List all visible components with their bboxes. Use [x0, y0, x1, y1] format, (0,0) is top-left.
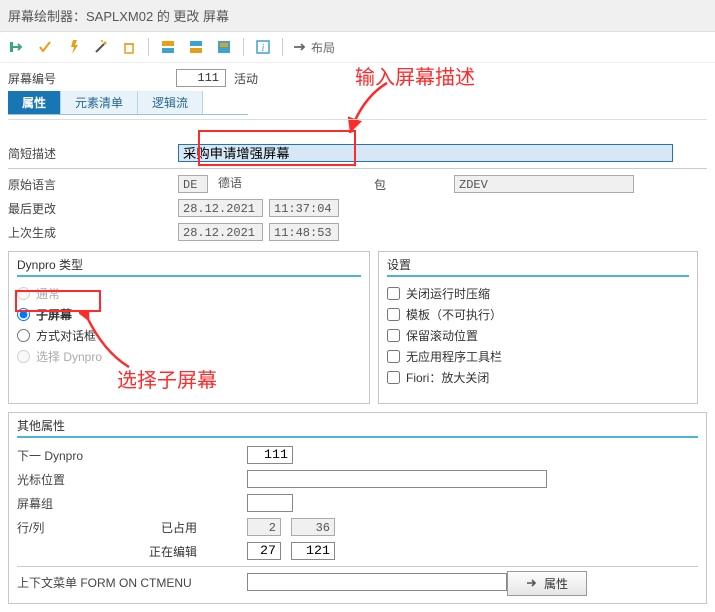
orig-lang-code: DE	[178, 175, 208, 193]
orig-lang-text: 德语	[214, 175, 354, 193]
last-gen-time: 11:48:53	[269, 223, 339, 241]
occupied-row: 2	[247, 518, 281, 536]
radio-dialog[interactable]: 方式对话框	[17, 325, 361, 346]
next-dynpro-input[interactable]	[247, 446, 293, 464]
last-change-label: 最后更改	[8, 200, 178, 217]
radio-select[interactable]: 选择 Dynpro	[17, 346, 361, 367]
separator	[243, 38, 244, 56]
arrow-right-icon	[526, 578, 538, 588]
arrow-icon[interactable]	[8, 38, 26, 56]
cursor-label: 光标位置	[17, 471, 247, 488]
layout-label: 布局	[311, 39, 335, 56]
settings-title: 设置	[387, 256, 689, 277]
screen-number-value[interactable]: 111	[176, 69, 226, 87]
occupied-col: 36	[291, 518, 335, 536]
editing-col-input[interactable]	[291, 542, 335, 560]
window-title: 屏幕绘制器：SAPLXM02 的 更改 屏幕	[0, 0, 715, 32]
screen-status: 活动	[234, 70, 258, 87]
properties-button[interactable]: 属性	[507, 571, 587, 596]
cursor-input[interactable]	[247, 470, 547, 488]
stack2-icon[interactable]	[187, 38, 205, 56]
group-row: Dynpro 类型 通常 子屏幕 方式对话框 选择 Dynpro 选择子屏幕 设…	[8, 251, 707, 404]
settings-group: 设置 关闭运行时压缩 模板（不可执行） 保留滚动位置 无应用程序工具栏 Fior…	[378, 251, 698, 404]
last-gen-label: 上次生成	[8, 224, 178, 241]
dynpro-type-title: Dynpro 类型	[17, 256, 361, 277]
activate-icon[interactable]	[64, 38, 82, 56]
annotation-desc: 输入屏幕描述	[355, 61, 475, 90]
separator	[282, 38, 283, 56]
package-label: 包	[374, 176, 454, 193]
layout-button[interactable]: 布局	[293, 39, 335, 56]
attributes-panel: 简短描述 原始语言 DE 德语 包 ZDEV 最后更改 28.12.2021 1…	[8, 119, 707, 243]
info-icon[interactable]: i	[254, 38, 272, 56]
orig-lang-label: 原始语言	[8, 176, 178, 193]
stack3-icon[interactable]	[215, 38, 233, 56]
rowcol-label: 行/列	[17, 519, 147, 536]
editing-label: 正在编辑	[147, 543, 207, 560]
context-input[interactable]	[247, 573, 507, 591]
package-value: ZDEV	[454, 175, 634, 193]
short-desc-label: 简短描述	[8, 145, 178, 162]
check-icon[interactable]	[36, 38, 54, 56]
screen-number-row: 屏幕编号 111 活动 输入屏幕描述	[0, 63, 715, 87]
check-opt5[interactable]: Fiori：放大关闭	[387, 367, 689, 388]
svg-text:i: i	[262, 43, 265, 54]
other-attributes-group: 其他属性 下一 Dynpro 光标位置 屏幕组 行/列 已占用 2 36 正在编…	[8, 412, 707, 604]
wand-icon[interactable]	[92, 38, 110, 56]
screen-number-label: 屏幕编号	[8, 70, 168, 87]
next-dynpro-label: 下一 Dynpro	[17, 447, 247, 464]
last-gen-date: 28.12.2021	[178, 223, 263, 241]
short-desc-input[interactable]	[178, 144, 673, 162]
check-opt1[interactable]: 关闭运行时压缩	[387, 283, 689, 304]
group-label: 屏幕组	[17, 495, 247, 512]
last-change-date: 28.12.2021	[178, 199, 263, 217]
group-input[interactable]	[247, 494, 293, 512]
toolbar: i 布局	[0, 32, 715, 63]
tabs: 属性 元素清单 逻辑流	[8, 91, 248, 115]
editing-row-input[interactable]	[247, 542, 281, 560]
delete-icon[interactable]	[120, 38, 138, 56]
context-label: 上下文菜单 FORM ON CTMENU	[17, 574, 247, 591]
tab-flow[interactable]: 逻辑流	[138, 91, 203, 114]
stack1-icon[interactable]	[159, 38, 177, 56]
separator	[148, 38, 149, 56]
radio-normal[interactable]: 通常	[17, 283, 361, 304]
check-opt2[interactable]: 模板（不可执行）	[387, 304, 689, 325]
other-title: 其他属性	[17, 417, 698, 438]
radio-subscreen[interactable]: 子屏幕	[17, 304, 361, 325]
dynpro-type-group: Dynpro 类型 通常 子屏幕 方式对话框 选择 Dynpro 选择子屏幕	[8, 251, 370, 404]
last-change-time: 11:37:04	[269, 199, 339, 217]
check-opt4[interactable]: 无应用程序工具栏	[387, 346, 689, 367]
tab-elements[interactable]: 元素清单	[61, 91, 138, 114]
occupied-label: 已占用	[147, 519, 207, 536]
check-opt3[interactable]: 保留滚动位置	[387, 325, 689, 346]
tab-attributes[interactable]: 属性	[8, 91, 61, 114]
